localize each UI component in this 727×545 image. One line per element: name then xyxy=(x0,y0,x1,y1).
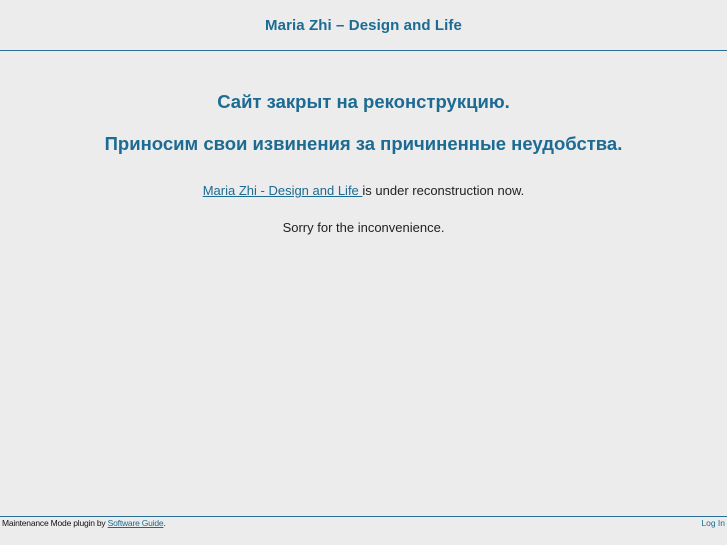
main-content: Сайт закрыт на реконструкцию. Приносим с… xyxy=(0,90,727,235)
inconvenience-message: Sorry for the inconvenience. xyxy=(282,220,445,235)
site-link[interactable]: Maria Zhi - Design and Life xyxy=(203,183,363,198)
credit-suffix: . xyxy=(163,518,166,528)
reconstruction-text: is under reconstruction now. xyxy=(362,183,525,198)
header: Maria Zhi – Design and Life xyxy=(0,0,727,51)
plugin-credit: Maintenance Mode plugin by Software Guid… xyxy=(2,518,166,528)
login-link[interactable]: Log In xyxy=(701,518,725,528)
site-title: Maria Zhi – Design and Life xyxy=(265,16,462,34)
closed-heading: Сайт закрыт на реконструкцию. xyxy=(217,91,510,112)
software-guide-link[interactable]: Software Guide xyxy=(108,518,164,528)
footer: Maintenance Mode plugin by Software Guid… xyxy=(0,516,727,545)
apology-heading: Приносим свои извинения за причиненные н… xyxy=(104,133,623,154)
credit-prefix: Maintenance Mode plugin by xyxy=(2,518,108,528)
reconstruction-message: Maria Zhi - Design and Life is under rec… xyxy=(0,183,727,198)
